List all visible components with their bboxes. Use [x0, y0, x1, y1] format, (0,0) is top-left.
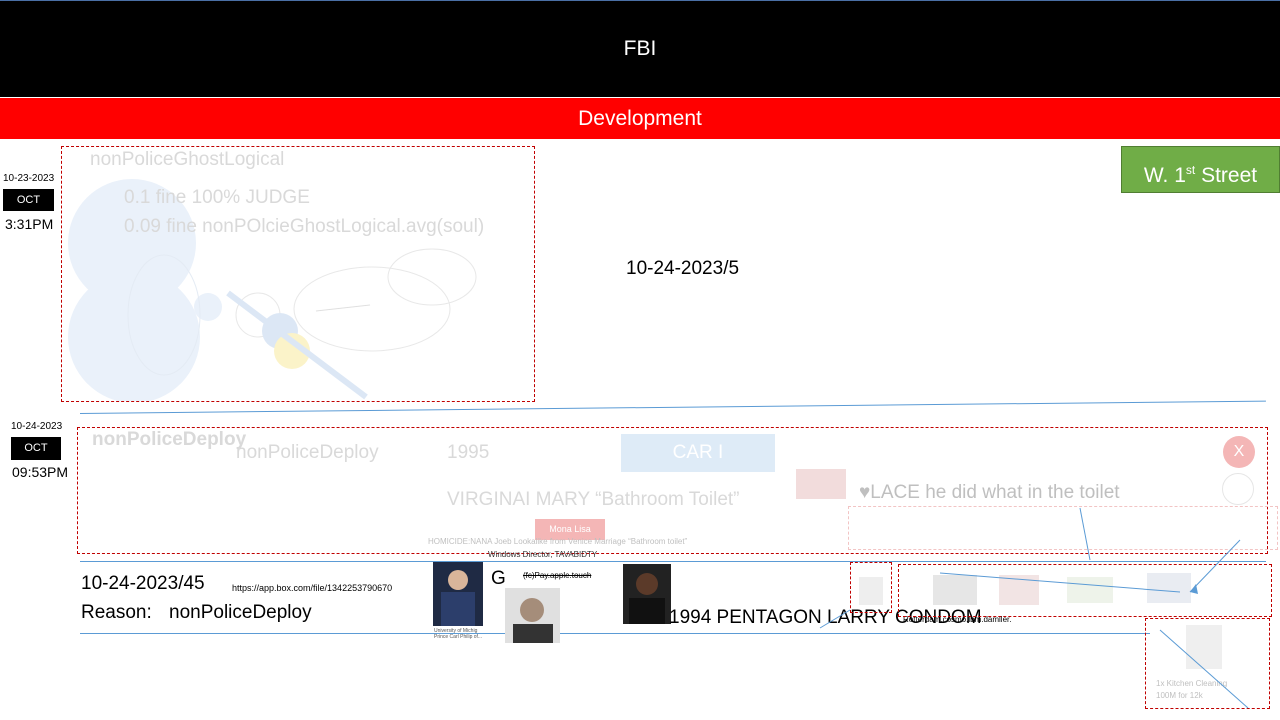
connector-arrows	[819, 507, 1249, 709]
